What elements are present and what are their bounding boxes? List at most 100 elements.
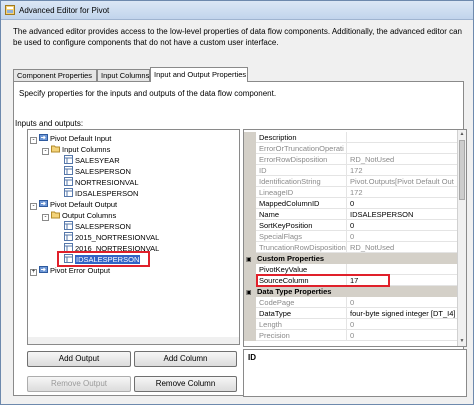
tree-node-column[interactable]: SALESYEAR — [64, 155, 120, 166]
property-name: Description — [257, 132, 347, 143]
scroll-up-icon[interactable]: ▲ — [458, 130, 466, 139]
tree-node-label: NORTRESIONVAL — [75, 178, 139, 187]
output-icon — [39, 200, 48, 207]
property-row[interactable]: IdentificationString Pivot.Outputs[Pivot … — [244, 176, 466, 187]
tab-component-properties[interactable]: Component Properties — [13, 69, 97, 81]
tab-input-columns[interactable]: Input Columns — [97, 69, 150, 81]
tree-node-column[interactable]: SALESPERSON — [64, 166, 131, 177]
property-name: LineageID — [257, 187, 347, 198]
property-name: TruncationRowDisposition — [259, 242, 347, 253]
property-row[interactable]: ID 172 — [244, 165, 466, 176]
collapse-icon[interactable]: - — [42, 214, 49, 221]
column-icon — [64, 177, 73, 186]
property-name: MappedColumnID — [257, 198, 347, 209]
property-row[interactable]: Precision 0 — [244, 330, 466, 341]
property-name: ID — [257, 165, 347, 176]
property-value[interactable] — [347, 143, 459, 154]
remove-output-button[interactable]: Remove Output — [27, 376, 131, 392]
property-value[interactable] — [347, 132, 459, 143]
tree-node-column[interactable]: NORTRESIONVAL — [64, 177, 139, 188]
property-value[interactable]: 0 — [347, 231, 459, 242]
tree-node-input-columns[interactable]: - Input Columns — [42, 144, 110, 155]
property-name: ErrorRowDisposition — [257, 154, 347, 165]
property-value[interactable]: RD_NotUsed — [347, 154, 459, 165]
property-row[interactable]: Description — [244, 132, 466, 143]
add-output-button[interactable]: Add Output — [27, 351, 131, 367]
category-data-type-properties[interactable]: ▣ Data Type Properties — [244, 286, 466, 297]
category-custom-properties[interactable]: ▣ Custom Properties — [244, 253, 466, 264]
highlight-box — [57, 251, 150, 267]
property-value[interactable]: four-byte signed integer [DT_I4] — [347, 308, 459, 319]
property-value[interactable]: 0 — [347, 319, 459, 330]
column-icon — [64, 166, 73, 175]
property-name: CodePage — [257, 297, 347, 308]
title-bar[interactable]: Advanced Editor for Pivot — [1, 1, 473, 20]
property-row[interactable]: LineageID 172 — [244, 187, 466, 198]
property-name: Name — [257, 209, 347, 220]
editor-description: The advanced editor provides access to t… — [13, 27, 463, 47]
property-value[interactable]: 172 — [347, 165, 459, 176]
property-row[interactable]: TruncationRowDisposition RD_NotUsed — [244, 242, 466, 253]
tree-node-pivot-default-input[interactable]: - Pivot Default Input — [30, 133, 111, 144]
inputs-outputs-label: Inputs and outputs: — [15, 119, 84, 128]
property-row[interactable]: CodePage 0 — [244, 297, 466, 308]
tree-node-column[interactable]: SALESPERSON — [64, 221, 131, 232]
input-icon — [39, 134, 48, 141]
property-grid-scrollbar[interactable]: ▲ ▼ — [457, 130, 466, 346]
property-name: DataType — [257, 308, 347, 319]
add-column-button[interactable]: Add Column — [134, 351, 237, 367]
scroll-down-icon[interactable]: ▼ — [458, 337, 466, 346]
property-value[interactable]: 0 — [347, 220, 459, 231]
tree-horizontal-scrollbar[interactable] — [28, 337, 239, 344]
property-row[interactable]: DataType four-byte signed integer [DT_I4] — [244, 308, 466, 319]
property-value[interactable]: 0 — [347, 198, 459, 209]
property-name: SortKeyPosition — [257, 220, 347, 231]
tree-node-output-columns[interactable]: - Output Columns — [42, 210, 116, 221]
highlight-box — [256, 274, 390, 287]
scroll-thumb[interactable] — [459, 140, 465, 200]
panel-description: Specify properties for the inputs and ou… — [19, 89, 277, 98]
property-value[interactable]: IDSALESPERSON — [347, 209, 459, 220]
property-grid[interactable]: Description ErrorOrTruncationOperati Err… — [243, 129, 467, 347]
property-row[interactable]: Length 0 — [244, 319, 466, 330]
collapse-icon[interactable]: - — [30, 203, 37, 210]
expand-icon[interactable]: + — [30, 269, 37, 276]
category-label: Data Type Properties — [257, 287, 332, 296]
property-value[interactable]: Pivot.Outputs[Pivot Default Out — [347, 176, 459, 187]
property-description-box: ID — [243, 349, 467, 397]
tree-node-column[interactable]: 2015_NORTRESIONVAL — [64, 232, 159, 243]
folder-icon — [51, 145, 60, 153]
property-row[interactable]: SortKeyPosition 0 — [244, 220, 466, 231]
collapse-icon[interactable]: - — [42, 148, 49, 155]
property-name: IdentificationString — [257, 176, 347, 187]
tree-node-label: Pivot Default Input — [50, 134, 112, 143]
property-row[interactable]: ErrorRowDisposition RD_NotUsed — [244, 154, 466, 165]
property-name: Precision — [257, 330, 347, 341]
collapse-icon[interactable]: - — [30, 137, 37, 144]
column-icon — [64, 221, 73, 230]
tree-node-label: Input Columns — [62, 145, 111, 154]
error-output-icon — [39, 266, 48, 273]
tree-node-column[interactable]: IDSALESPERSON — [64, 188, 138, 199]
tab-input-output-properties[interactable]: Input and Output Properties — [150, 67, 248, 82]
inputs-outputs-tree[interactable]: - Pivot Default Input - Input Columns SALE… — [27, 129, 240, 345]
tree-node-label: Output Columns — [62, 211, 117, 220]
property-description-title: ID — [248, 353, 256, 362]
tree-node-label: 2015_NORTRESIONVAL — [75, 233, 160, 242]
property-row[interactable]: Name IDSALESPERSON — [244, 209, 466, 220]
property-name: Length — [257, 319, 347, 330]
property-row[interactable]: ErrorOrTruncationOperati — [244, 143, 466, 154]
property-row[interactable]: SpecialFlags 0 — [244, 231, 466, 242]
property-value[interactable]: RD_NotUsed — [347, 242, 459, 253]
property-name: ErrorOrTruncationOperati — [257, 143, 347, 154]
remove-column-button[interactable]: Remove Column — [134, 376, 237, 392]
property-value[interactable]: 0 — [347, 330, 459, 341]
tree-node-label: Pivot Error Output — [50, 266, 111, 275]
tree-node-label: IDSALESPERSON — [75, 189, 139, 198]
tree-node-pivot-default-output[interactable]: - Pivot Default Output — [30, 199, 117, 210]
folder-icon — [51, 211, 60, 219]
property-value[interactable]: 172 — [347, 187, 459, 198]
property-value[interactable]: 0 — [347, 297, 459, 308]
tree-node-label: SALESPERSON — [75, 167, 131, 176]
property-row[interactable]: MappedColumnID 0 — [244, 198, 466, 209]
